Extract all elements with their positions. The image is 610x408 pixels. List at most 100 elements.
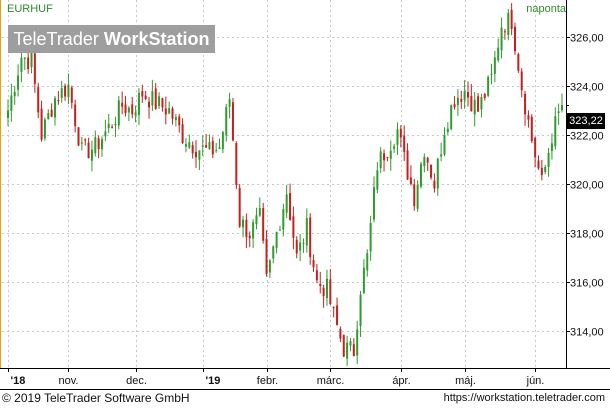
candle-body <box>466 92 469 98</box>
candle-body <box>383 153 386 161</box>
candle-body <box>23 57 26 59</box>
candle-body <box>80 142 83 144</box>
candle-body <box>74 104 77 127</box>
candle-body <box>456 97 459 106</box>
candle-body <box>436 158 439 189</box>
candle-body <box>530 116 533 142</box>
candle-body <box>534 137 537 158</box>
candle-body <box>426 158 429 163</box>
candle-body <box>322 287 325 297</box>
candle-body <box>178 116 181 126</box>
candle-body <box>20 57 23 72</box>
candle-body <box>67 84 70 98</box>
candle-body <box>127 107 130 113</box>
candle-body <box>84 139 87 141</box>
footer-copyright: © 2019 TeleTrader Software GmbH <box>2 391 190 405</box>
candle-body <box>399 128 402 138</box>
candle-body <box>272 246 275 259</box>
candle-body <box>329 279 332 304</box>
x-tick-label: máj. <box>455 375 476 387</box>
last-value-badge: 323,22 <box>567 113 605 129</box>
candle-body <box>252 222 255 239</box>
candle-body <box>57 100 60 102</box>
candle-body <box>211 141 214 155</box>
candle-body <box>268 260 271 273</box>
candle-body <box>513 26 516 52</box>
candle-body <box>406 150 409 180</box>
candle-body <box>537 160 540 169</box>
candles-layer <box>7 3 563 367</box>
candle-body <box>446 128 449 132</box>
candle-body <box>265 238 268 275</box>
candle-body <box>87 142 90 159</box>
candle-body <box>17 75 20 90</box>
candle-body <box>151 91 154 106</box>
candle-body <box>70 87 73 103</box>
candle-body <box>393 146 396 149</box>
x-tick-label: ápr. <box>392 375 410 387</box>
candle-body <box>561 105 563 111</box>
candle-body <box>107 123 110 129</box>
footer-url-link[interactable]: https://workstation.teletrader.com <box>444 392 605 404</box>
candle-body <box>121 102 124 107</box>
candle-body <box>94 137 97 154</box>
candle-body <box>111 126 114 128</box>
candle-body <box>440 154 443 157</box>
x-tick-label: jún. <box>526 375 545 387</box>
candle-body <box>470 96 473 112</box>
candle-body <box>453 104 456 108</box>
candle-body <box>477 96 480 112</box>
candle-body <box>369 222 372 252</box>
candle-body <box>473 99 476 115</box>
candle-body <box>379 151 382 169</box>
x-tick-label: nov. <box>59 375 79 387</box>
candle-body <box>289 193 292 220</box>
x-tick-label: dec. <box>126 375 147 387</box>
candle-body <box>205 145 208 148</box>
candle-body <box>423 156 426 167</box>
x-tick-labels: '18 nov. dec. '19 febr. márc. ápr. máj. jún. <box>11 375 545 387</box>
candle-body <box>352 344 355 357</box>
candle-body <box>144 95 147 99</box>
candle-body <box>315 270 318 281</box>
candle-body <box>480 97 483 110</box>
candle-body <box>309 217 312 258</box>
logo-prefix: TeleTrader <box>13 29 104 49</box>
candle-body <box>396 129 399 145</box>
candle-body <box>544 167 547 172</box>
candle-body <box>245 219 248 238</box>
candle-body <box>517 54 520 71</box>
candle-body <box>292 216 295 238</box>
candle-body <box>164 108 167 115</box>
candle-body <box>225 107 228 136</box>
candle-body <box>557 111 560 113</box>
candle-body <box>114 123 117 126</box>
candle-body <box>154 88 157 109</box>
candle-body <box>349 341 352 346</box>
chart-canvas[interactable]: 314,00 316,00 318,00 320,00 322,00 324,00 326,… <box>0 0 610 408</box>
y-tick-label: 318,00 <box>570 229 604 241</box>
y-tick-labels: 314,00 316,00 318,00 320,00 322,00 324,00 326,… <box>570 33 604 339</box>
candle-body <box>346 342 349 359</box>
candle-body <box>201 145 204 147</box>
candle-body <box>487 76 490 96</box>
candle-body <box>372 187 375 220</box>
candle-body <box>356 329 359 356</box>
candle-body <box>282 209 285 230</box>
y-tick-label: 320,00 <box>570 180 604 192</box>
interval-label[interactable]: naponta <box>526 3 566 15</box>
candle-body <box>221 132 224 150</box>
candle-body <box>524 93 527 115</box>
candle-body <box>134 112 137 116</box>
candle-body <box>430 165 433 178</box>
candle-body <box>33 53 36 84</box>
candle-body <box>242 219 245 228</box>
candle-body <box>188 142 191 148</box>
y-tick-label: 324,00 <box>570 82 604 94</box>
candle-body <box>483 94 486 99</box>
candle-body <box>10 95 13 111</box>
candle-body <box>497 47 500 61</box>
candle-body <box>13 91 16 97</box>
candle-body <box>104 131 107 137</box>
candle-body <box>174 116 177 121</box>
